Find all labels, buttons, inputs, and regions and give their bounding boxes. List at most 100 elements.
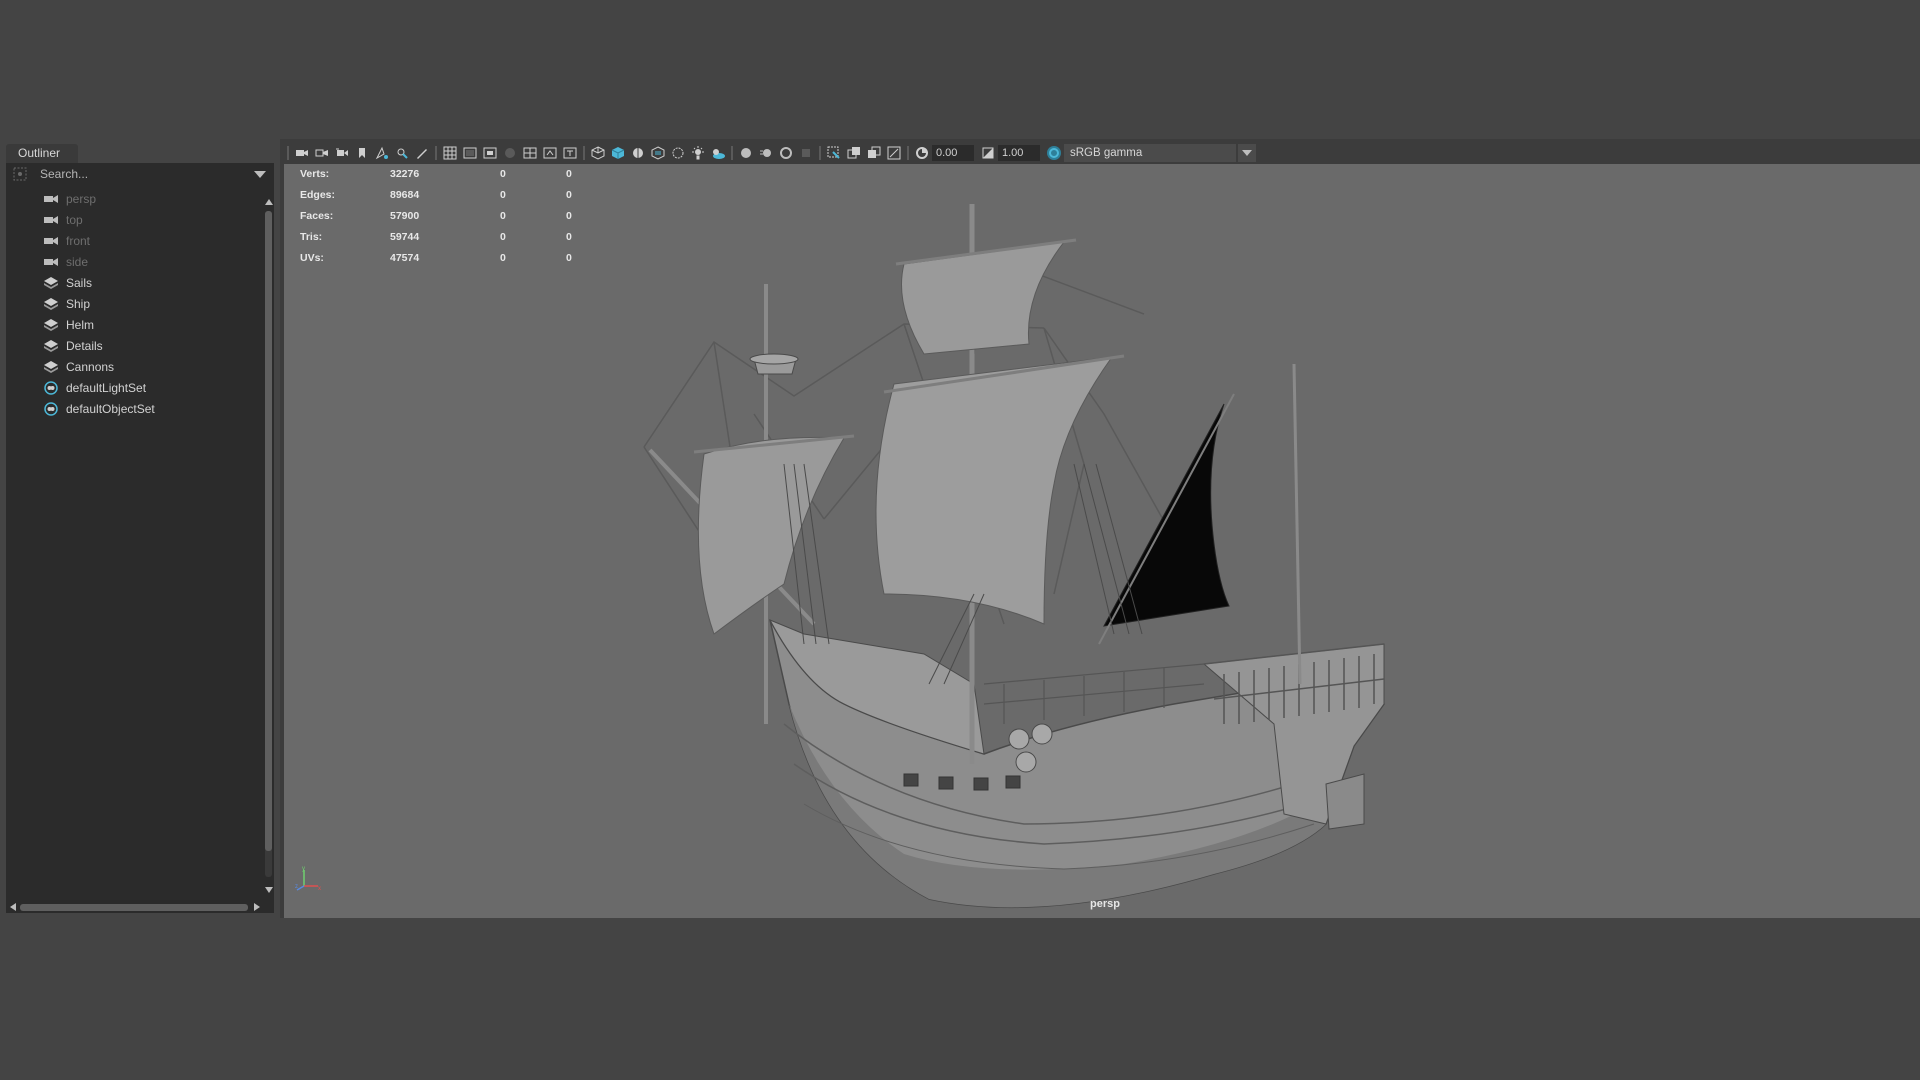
hscroll-thumb[interactable] — [20, 904, 248, 911]
outliner-item[interactable]: Cannons — [6, 356, 264, 377]
hud-stat-value: 89684 — [390, 189, 420, 201]
persp-viewport[interactable]: Verts: 32276 0 0 Edges: 89684 0 0 Faces: 57900 0 0 T… — [284, 164, 1920, 918]
image-plane-icon[interactable] — [372, 144, 392, 162]
scroll-right-arrow-icon[interactable] — [254, 903, 260, 911]
hud-stat-value: 47574 — [390, 252, 420, 264]
hud-stat-label: Tris: — [300, 231, 323, 243]
motion-blur-icon[interactable] — [756, 144, 776, 162]
film-gate-icon[interactable] — [460, 144, 480, 162]
use-all-lights-icon[interactable] — [688, 144, 708, 162]
hud-stat-value: 0 — [500, 168, 506, 180]
outliner-item[interactable]: defaultLightSet — [6, 377, 264, 398]
shadows-icon[interactable] — [708, 144, 728, 162]
mizzen-mast — [1292, 363, 1302, 685]
camera-name-label: persp — [1090, 898, 1120, 910]
resolution-gate-icon[interactable] — [480, 144, 500, 162]
hud-stat-value: 0 — [500, 210, 506, 222]
outliner-item[interactable]: Ship — [6, 293, 264, 314]
color-space-dropdown-button[interactable] — [1238, 144, 1256, 162]
outliner-item[interactable]: top — [6, 209, 264, 230]
wireframe-on-shaded-icon[interactable] — [628, 144, 648, 162]
grease-pencil-icon[interactable] — [412, 144, 432, 162]
exposure-field[interactable]: 0.00 — [932, 145, 974, 161]
field-chart-icon[interactable] — [520, 144, 540, 162]
group-icon — [43, 318, 59, 332]
outliner-horizontal-scrollbar[interactable] — [6, 901, 264, 913]
outliner-item-label: top — [66, 212, 83, 227]
outliner-item[interactable]: persp — [6, 188, 264, 209]
mainsail — [875, 356, 1114, 625]
toolbar-separator — [435, 146, 437, 160]
outliner-item[interactable]: Helm — [6, 314, 264, 335]
isolate-select-icon[interactable] — [824, 144, 844, 162]
search-options-chevron-down-icon[interactable] — [254, 171, 266, 178]
smooth-shade-icon[interactable] — [608, 144, 628, 162]
exposure-icon[interactable] — [912, 144, 932, 162]
xray-joints-icon[interactable] — [884, 144, 904, 162]
camera-attributes-icon[interactable] — [312, 144, 332, 162]
viewport-panel: 0.00 1.00 sRGB gamma Verts: 32276 0 0 Ed… — [284, 139, 1920, 918]
hud-stat-value: 0 — [566, 168, 572, 180]
object-set-icon — [43, 380, 59, 395]
xray-icon[interactable] — [844, 144, 864, 162]
outliner-item[interactable]: Sails — [6, 272, 264, 293]
outliner-item[interactable]: front — [6, 230, 264, 251]
screen-space-ao-icon[interactable] — [736, 144, 756, 162]
bookmarks-icon[interactable] — [332, 144, 352, 162]
bookmark-icon[interactable] — [352, 144, 372, 162]
textured-icon[interactable] — [648, 144, 668, 162]
outliner-item-label: Cannons — [66, 359, 115, 374]
gamma-icon[interactable] — [978, 144, 998, 162]
viewport-toolbar: 0.00 1.00 sRGB gamma — [284, 143, 1920, 163]
outliner-item-label: Helm — [66, 317, 95, 332]
outliner-panel: Outliner persp top front side Sails Ship Helm D… — [0, 139, 280, 918]
select-camera-icon[interactable] — [292, 144, 312, 162]
filter-icon[interactable] — [12, 166, 28, 182]
color-space-dropdown[interactable]: sRGB gamma — [1064, 144, 1236, 162]
hud-stat-value: 0 — [500, 189, 506, 201]
hud-stat-label: Edges: — [300, 189, 336, 201]
outliner-tab[interactable]: Outliner — [6, 144, 78, 163]
scroll-down-arrow-icon[interactable] — [265, 887, 273, 893]
outliner-item[interactable]: side — [6, 251, 264, 272]
outliner-item[interactable]: Details — [6, 335, 264, 356]
outliner-item[interactable]: defaultObjectSet — [6, 398, 264, 419]
scroll-left-arrow-icon[interactable] — [10, 903, 16, 911]
outliner-body: persp top front side Sails Ship Helm Details Can… — [6, 163, 274, 913]
hud-stat-value: 0 — [566, 210, 572, 222]
color-space-value: sRGB gamma — [1070, 147, 1143, 159]
foresail — [697, 436, 845, 635]
wireframe-icon[interactable] — [588, 144, 608, 162]
depth-of-field-icon[interactable] — [796, 144, 816, 162]
scroll-up-arrow-icon[interactable] — [265, 199, 273, 205]
toolbar-separator — [907, 146, 909, 160]
camera-icon — [43, 213, 59, 227]
outliner-item-label: side — [66, 254, 89, 269]
outliner-vertical-scrollbar[interactable] — [264, 197, 274, 897]
axis-gizmo-icon: y x z — [294, 864, 324, 894]
toolbar-separator — [819, 146, 821, 160]
gate-mask-icon[interactable] — [500, 144, 520, 162]
hud-stat-label: UVs: — [300, 252, 324, 264]
chevron-down-icon — [1242, 150, 1252, 156]
camera-icon — [43, 192, 59, 206]
gamma-field[interactable]: 1.00 — [998, 145, 1040, 161]
hud-stat-label: Faces: — [300, 210, 334, 222]
group-icon — [43, 360, 59, 374]
2d-pan-zoom-icon[interactable] — [392, 144, 412, 162]
scroll-thumb[interactable] — [265, 211, 272, 851]
toolbar-separator — [583, 146, 585, 160]
outliner-tree: persp top front side Sails Ship Helm Details Can… — [6, 188, 264, 419]
safe-title-icon[interactable] — [560, 144, 580, 162]
hud-stat-value: 0 — [566, 231, 572, 243]
anti-aliasing-icon[interactable] — [776, 144, 796, 162]
color-management-icon[interactable] — [1044, 144, 1064, 162]
grid-icon[interactable] — [440, 144, 460, 162]
xray-active-components-icon[interactable] — [864, 144, 884, 162]
outliner-search-input[interactable] — [36, 165, 254, 183]
safe-action-icon[interactable] — [540, 144, 560, 162]
ship-model[interactable] — [284, 164, 1920, 918]
hud-stat-value: 0 — [566, 189, 572, 201]
checker-icon[interactable] — [668, 144, 688, 162]
hud-stat-value: 0 — [500, 231, 506, 243]
